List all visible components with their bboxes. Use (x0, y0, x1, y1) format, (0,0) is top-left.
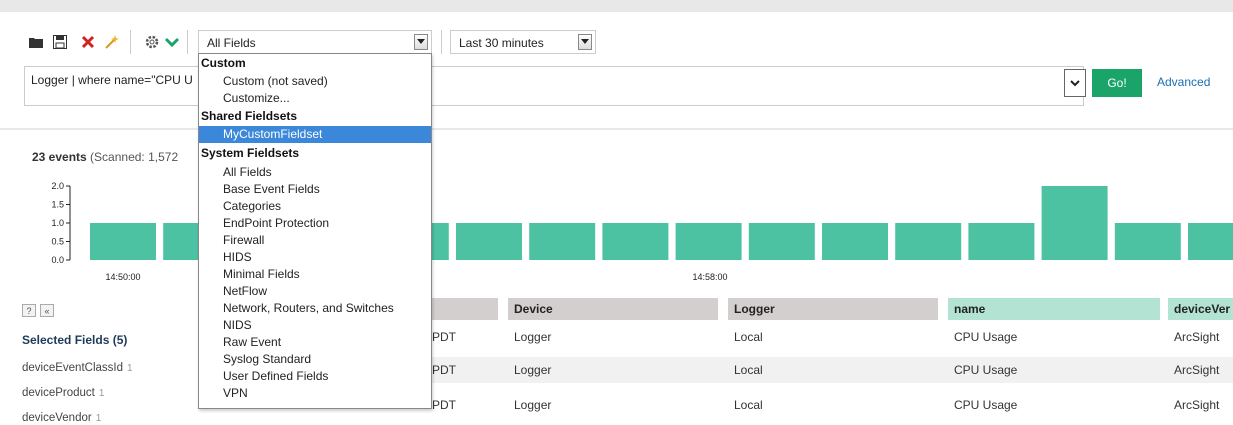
cell-name: CPU Usage (954, 363, 1018, 377)
query-text: Logger | where name="CPU U (31, 73, 193, 87)
save-icon[interactable] (52, 34, 68, 50)
divider (0, 128, 1233, 130)
scanned-count: (Scanned: 1,572 (90, 150, 179, 164)
chevron-down-icon (1070, 79, 1080, 86)
wand-icon[interactable] (104, 34, 120, 50)
menu-item-system-fieldset[interactable]: HIDS (199, 249, 431, 266)
events-summary: 23 events (Scanned: 1,572 (32, 150, 178, 164)
menu-item-customize[interactable]: Customize... (199, 90, 431, 107)
column-header-name[interactable]: name (948, 298, 1160, 320)
menu-item-system-fieldset[interactable]: Categories (199, 198, 431, 215)
cell-logger: Local (734, 398, 763, 412)
cell-device: Logger (514, 330, 552, 344)
menu-item-system-fieldset[interactable]: Raw Event (199, 334, 431, 351)
menu-item-mycustomfieldset[interactable]: MyCustomFieldset (199, 126, 431, 143)
histogram-bar[interactable] (602, 223, 669, 260)
menu-item-system-fieldset[interactable]: All Fields (199, 164, 431, 181)
cell-device: Logger (514, 363, 552, 377)
cell-logger: Local (734, 330, 763, 344)
time-range-value: Last 30 minutes (459, 36, 544, 50)
group-custom: Custom (201, 56, 246, 70)
y-tick-label: 0.5 (51, 237, 64, 247)
menu-item-system-fieldset[interactable]: Base Event Fields (199, 181, 431, 198)
histogram-bar[interactable] (1188, 223, 1233, 260)
field-item[interactable]: deviceProduct 1 (22, 387, 104, 399)
field-count: 1 (127, 363, 133, 374)
histogram-bar[interactable] (675, 223, 742, 260)
field-item[interactable]: deviceVendor 1 (22, 412, 101, 424)
y-tick-label: 1.5 (51, 200, 64, 210)
cell-time: PDT (432, 330, 456, 344)
histogram-bar[interactable] (822, 223, 888, 260)
cell-device: Logger (514, 398, 552, 412)
query-input[interactable]: Logger | where name="CPU U (24, 66, 1084, 106)
column-header-device[interactable]: Device (508, 298, 718, 320)
selected-fields-title: Selected Fields (5) (22, 333, 128, 347)
column-header-logger[interactable]: Logger (728, 298, 938, 320)
y-tick-label: 2.0 (51, 181, 64, 191)
cell-time: PDT (432, 398, 456, 412)
go-button[interactable]: Go! (1092, 69, 1142, 97)
chevron-down-icon[interactable] (578, 34, 592, 50)
x-tick-label: 14:58:00 (692, 272, 727, 282)
cell-time: PDT (432, 363, 456, 377)
collapse-panel-button[interactable]: « (40, 304, 54, 317)
cell-vendor: ArcSight (1174, 330, 1220, 344)
y-tick-label: 1.0 (51, 218, 64, 228)
menu-item-system-fieldset[interactable]: Minimal Fields (199, 266, 431, 283)
column-header-device-vendor[interactable]: deviceVer (1168, 298, 1233, 320)
field-name: deviceProduct (22, 387, 95, 399)
fieldset-dropdown-menu: Custom Custom (not saved) Customize... S… (198, 53, 432, 409)
field-name: deviceEventClassId (22, 362, 123, 374)
menu-item-system-fieldset[interactable]: Network, Routers, and Switches (199, 300, 431, 317)
cell-vendor: ArcSight (1174, 363, 1220, 377)
cell-name: CPU Usage (954, 398, 1018, 412)
fieldset-select[interactable]: All Fields (198, 30, 432, 54)
query-history-toggle[interactable] (1064, 69, 1086, 97)
cell-logger: Local (734, 363, 763, 377)
field-count: 1 (95, 413, 102, 424)
field-count: 1 (98, 388, 105, 399)
menu-item-system-fieldset[interactable]: User Defined Fields (199, 368, 431, 385)
toolbar-divider (187, 30, 188, 54)
group-system: System Fieldsets (201, 146, 300, 160)
search-toolbar-area (0, 0, 1233, 128)
folder-icon[interactable] (28, 34, 44, 50)
x-tick-label: 14:50:00 (105, 272, 140, 282)
histogram-bar[interactable] (895, 223, 962, 260)
toolbar-divider (130, 30, 131, 54)
y-axis: 2.0 1.5 1.0 0.5 0.0 (51, 181, 71, 265)
gear-icon[interactable] (144, 34, 160, 50)
field-item[interactable]: deviceEventClassId 1 (22, 362, 133, 374)
toolbar-divider (441, 30, 442, 54)
cell-name: CPU Usage (954, 330, 1018, 344)
menu-item-system-fieldset[interactable]: NIDS (199, 317, 431, 334)
menu-item-system-fieldset[interactable]: VPN (199, 385, 431, 402)
fieldset-select-value: All Fields (207, 36, 256, 50)
help-button[interactable]: ? (22, 304, 36, 317)
menu-item-system-fieldset[interactable]: NetFlow (199, 283, 431, 300)
field-name: deviceVendor (22, 412, 92, 424)
histogram-bar[interactable] (968, 223, 1035, 260)
advanced-link[interactable]: Advanced (1157, 75, 1210, 89)
delete-icon[interactable] (80, 34, 96, 50)
histogram-bar[interactable] (90, 223, 156, 260)
group-shared: Shared Fieldsets (201, 109, 298, 123)
histogram-bar[interactable] (456, 223, 522, 260)
menu-item-system-fieldset[interactable]: EndPoint Protection (199, 215, 431, 232)
menu-item-system-fieldset[interactable]: Firewall (199, 232, 431, 249)
event-count: 23 events (32, 150, 87, 164)
histogram-bar[interactable] (1041, 186, 1108, 260)
check-icon[interactable] (164, 34, 180, 50)
event-histogram: 2.0 1.5 1.0 0.5 0.0 14:50:00 14:58:00 (51, 181, 1233, 282)
cell-vendor: ArcSight (1174, 398, 1220, 412)
histogram-bar[interactable] (529, 223, 596, 260)
histogram-bar[interactable] (1114, 223, 1181, 260)
time-range-select[interactable]: Last 30 minutes (450, 30, 596, 54)
menu-item-system-fieldset[interactable]: Syslog Standard (199, 351, 431, 368)
chevron-down-icon[interactable] (414, 34, 428, 50)
menu-item-custom-not-saved[interactable]: Custom (not saved) (199, 73, 431, 90)
histogram-bar[interactable] (748, 223, 815, 260)
y-tick-label: 0.0 (51, 255, 64, 265)
